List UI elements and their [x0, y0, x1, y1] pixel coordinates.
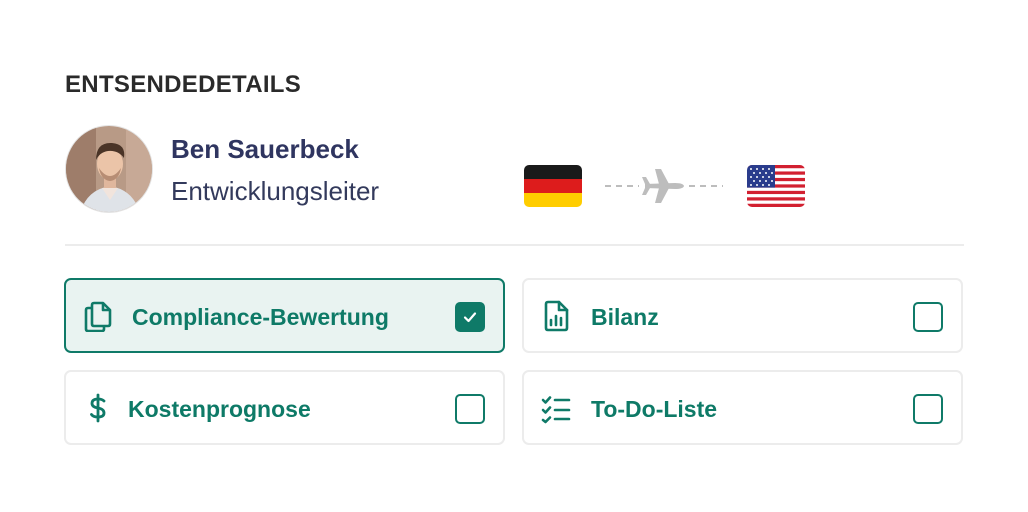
bar-chart-file-icon [540, 300, 572, 332]
option-compliance-bewertung[interactable]: Compliance-Bewertung [64, 278, 505, 353]
section-title: ENTSENDEDETAILS [65, 71, 302, 98]
person-role: Entwicklungsleiter [171, 176, 380, 206]
copy-documents-icon [82, 300, 114, 333]
option-checkbox[interactable] [913, 302, 943, 332]
option-checkbox[interactable] [455, 302, 485, 332]
option-bilanz[interactable]: Bilanz [522, 278, 963, 353]
usa-flag-icon [747, 165, 805, 207]
avatar [65, 125, 153, 213]
option-kostenprognose[interactable]: Kostenprognose [64, 370, 505, 445]
germany-flag-icon [524, 165, 582, 207]
option-label: Kostenprognose [128, 396, 311, 422]
option-checkbox[interactable] [913, 394, 943, 424]
airplane-icon [603, 166, 725, 206]
checklist-icon [540, 392, 572, 424]
option-checkbox[interactable] [455, 394, 485, 424]
option-label: To-Do-Liste [591, 396, 718, 422]
dollar-icon [82, 392, 114, 424]
person-name: Ben Sauerbeck [171, 134, 359, 164]
option-to-do-liste[interactable]: To-Do-Liste [522, 370, 963, 445]
option-label: Compliance-Bewertung [132, 304, 389, 330]
checkmark-icon [463, 312, 477, 323]
option-label: Bilanz [591, 304, 659, 330]
divider [65, 244, 964, 246]
